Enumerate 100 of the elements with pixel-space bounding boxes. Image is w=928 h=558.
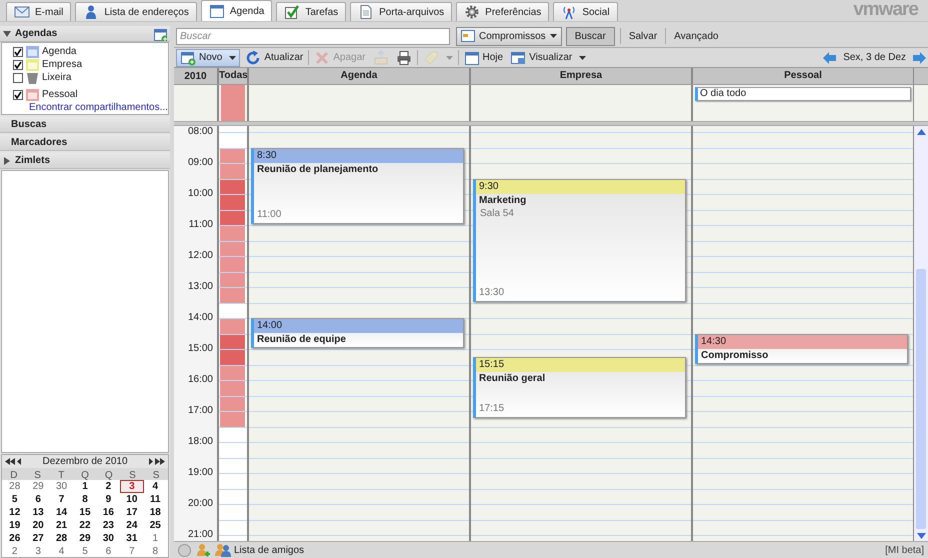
day-cell[interactable]: 12	[3, 506, 26, 519]
checkbox[interactable]	[13, 72, 23, 82]
day-cell[interactable]: 31	[120, 532, 144, 545]
day-cell[interactable]: 6	[96, 545, 120, 557]
next-arrow-icon[interactable]	[913, 52, 926, 64]
day-cell[interactable]: 27	[26, 532, 50, 545]
day-cell[interactable]: 14	[50, 506, 74, 519]
day-cell[interactable]: 3	[26, 545, 50, 557]
day-cell[interactable]: 15	[73, 506, 97, 519]
day-cell[interactable]: 30	[50, 480, 74, 493]
previous-year-icon[interactable]	[5, 458, 15, 465]
app-tab[interactable]: Preferências	[456, 2, 550, 21]
day-cell[interactable]: 7	[50, 493, 74, 506]
scrollbar[interactable]	[913, 126, 928, 541]
scroll-down-icon[interactable]	[917, 533, 926, 539]
day-cell[interactable]: 28	[50, 532, 74, 545]
refresh-button[interactable]: Atualizar	[243, 48, 306, 66]
scrollbar-thumb[interactable]	[916, 269, 926, 529]
event-card[interactable]: 8:30 Reunião de planejamento 11:00	[251, 148, 464, 224]
day-cell[interactable]: 29	[73, 532, 97, 545]
app-tab[interactable]: Agenda	[200, 0, 272, 21]
day-cell[interactable]: 21	[50, 519, 74, 532]
caret-icon[interactable]	[229, 56, 236, 60]
event-card[interactable]: 15:15 Reunião geral 17:15	[473, 356, 686, 418]
day-cell[interactable]: 6	[26, 493, 50, 506]
calendar-name[interactable]: Pessoal	[42, 87, 78, 102]
next-year-icon[interactable]	[155, 458, 165, 465]
app-tab[interactable]: E-mail	[6, 2, 72, 21]
day-cell[interactable]: 9	[96, 493, 120, 506]
scope-dropdown[interactable]: Compromissos	[456, 26, 562, 46]
section-header[interactable]: Zimlets	[0, 153, 170, 169]
day-cell[interactable]: 4	[50, 545, 74, 557]
day-cell[interactable]: 30	[96, 532, 120, 545]
day-cell[interactable]: 5	[73, 545, 97, 557]
all-day-event[interactable]: O dia todo	[695, 87, 911, 101]
calendar-name[interactable]: Agenda	[42, 44, 76, 59]
day-cell[interactable]: 5	[3, 493, 26, 506]
day-cell[interactable]: 19	[3, 519, 26, 532]
day-cell[interactable]: 18	[144, 506, 167, 519]
event-card[interactable]: 14:00 Reunião de equipe	[251, 318, 464, 348]
event-card[interactable]: 9:30 Marketing Sala 54 13:30	[473, 178, 686, 302]
day-cell[interactable]: 22	[73, 519, 97, 532]
day-cell[interactable]: 8	[144, 545, 167, 557]
expanded-icon[interactable]	[3, 30, 11, 38]
scroll-up-icon[interactable]	[917, 129, 926, 135]
day-cell[interactable]: 1	[144, 532, 167, 545]
view-button[interactable]: Visualizar	[508, 48, 588, 66]
app-tab[interactable]: Lista de endereços	[75, 2, 197, 21]
day-cell[interactable]: 7	[120, 545, 144, 557]
day-cell[interactable]: 24	[120, 519, 144, 532]
calendar-name[interactable]: Empresa	[42, 57, 82, 72]
event-card[interactable]: 14:30 Compromisso	[695, 334, 908, 364]
collapsed-icon[interactable]	[3, 156, 11, 164]
section-header[interactable]: Agendas	[0, 26, 170, 42]
calendar-icon[interactable]	[464, 50, 480, 66]
day-cell[interactable]: 25	[144, 519, 167, 532]
event-title: Reunião de equipe	[256, 333, 347, 347]
section-header[interactable]: Buscas	[0, 117, 170, 133]
previous-arrow-icon[interactable]	[823, 52, 836, 64]
hour-label: 15:00	[188, 343, 213, 355]
busy-block	[220, 180, 245, 194]
event-location: Sala 54	[479, 208, 515, 220]
buddy-list-button[interactable]: Lista de amigos	[215, 542, 304, 558]
day-cell[interactable]: 4	[144, 480, 167, 493]
day-cell[interactable]: 29	[26, 480, 50, 493]
search-field[interactable]: Buscar	[176, 28, 450, 44]
day-cell[interactable]: 16	[96, 506, 120, 519]
caret-icon[interactable]	[579, 56, 586, 60]
app-tab[interactable]: Tarefas	[276, 2, 346, 21]
caret-icon[interactable]	[550, 34, 557, 38]
share-link[interactable]: Encontrar compartilhamentos...	[29, 102, 168, 114]
day-cell[interactable]: 13	[26, 506, 50, 519]
app-tab[interactable]: Porta-arquivos	[350, 2, 452, 21]
day-cell[interactable]: 28	[3, 480, 26, 493]
day-cell[interactable]: 3	[120, 480, 144, 493]
calendar-view-icon[interactable]	[510, 50, 526, 66]
day-cell[interactable]: 23	[96, 519, 120, 532]
refresh-icon[interactable]	[245, 50, 262, 66]
day-cell[interactable]: 2	[3, 545, 26, 557]
section-header[interactable]: Marcadores	[0, 135, 170, 151]
today-button[interactable]: Hoje	[462, 48, 506, 66]
app-tab[interactable]: Social	[553, 2, 618, 21]
people-icon[interactable]	[215, 543, 231, 557]
day-cell[interactable]: 11	[144, 493, 167, 506]
antenna-icon	[561, 4, 578, 20]
day-cell[interactable]: 26	[3, 532, 26, 545]
calendar-name[interactable]: Lixeira	[42, 70, 72, 85]
calendar-add-icon[interactable]	[153, 26, 167, 40]
day-cell[interactable]: 8	[73, 493, 97, 506]
calendar-add-icon[interactable]	[180, 50, 196, 66]
day-cell[interactable]: 20	[26, 519, 50, 532]
day-cell[interactable]: 10	[120, 493, 144, 506]
search-button[interactable]: Buscar	[566, 26, 615, 46]
day-cell[interactable]: 2	[96, 480, 120, 493]
new-button[interactable]: Novo	[176, 48, 240, 66]
calendar-icon[interactable]	[461, 30, 475, 42]
day-cell[interactable]: 1	[73, 480, 97, 493]
save-button[interactable]: Salvar	[626, 26, 660, 46]
day-cell[interactable]: 17	[120, 506, 144, 519]
advanced-button[interactable]: Avançado	[671, 26, 722, 46]
